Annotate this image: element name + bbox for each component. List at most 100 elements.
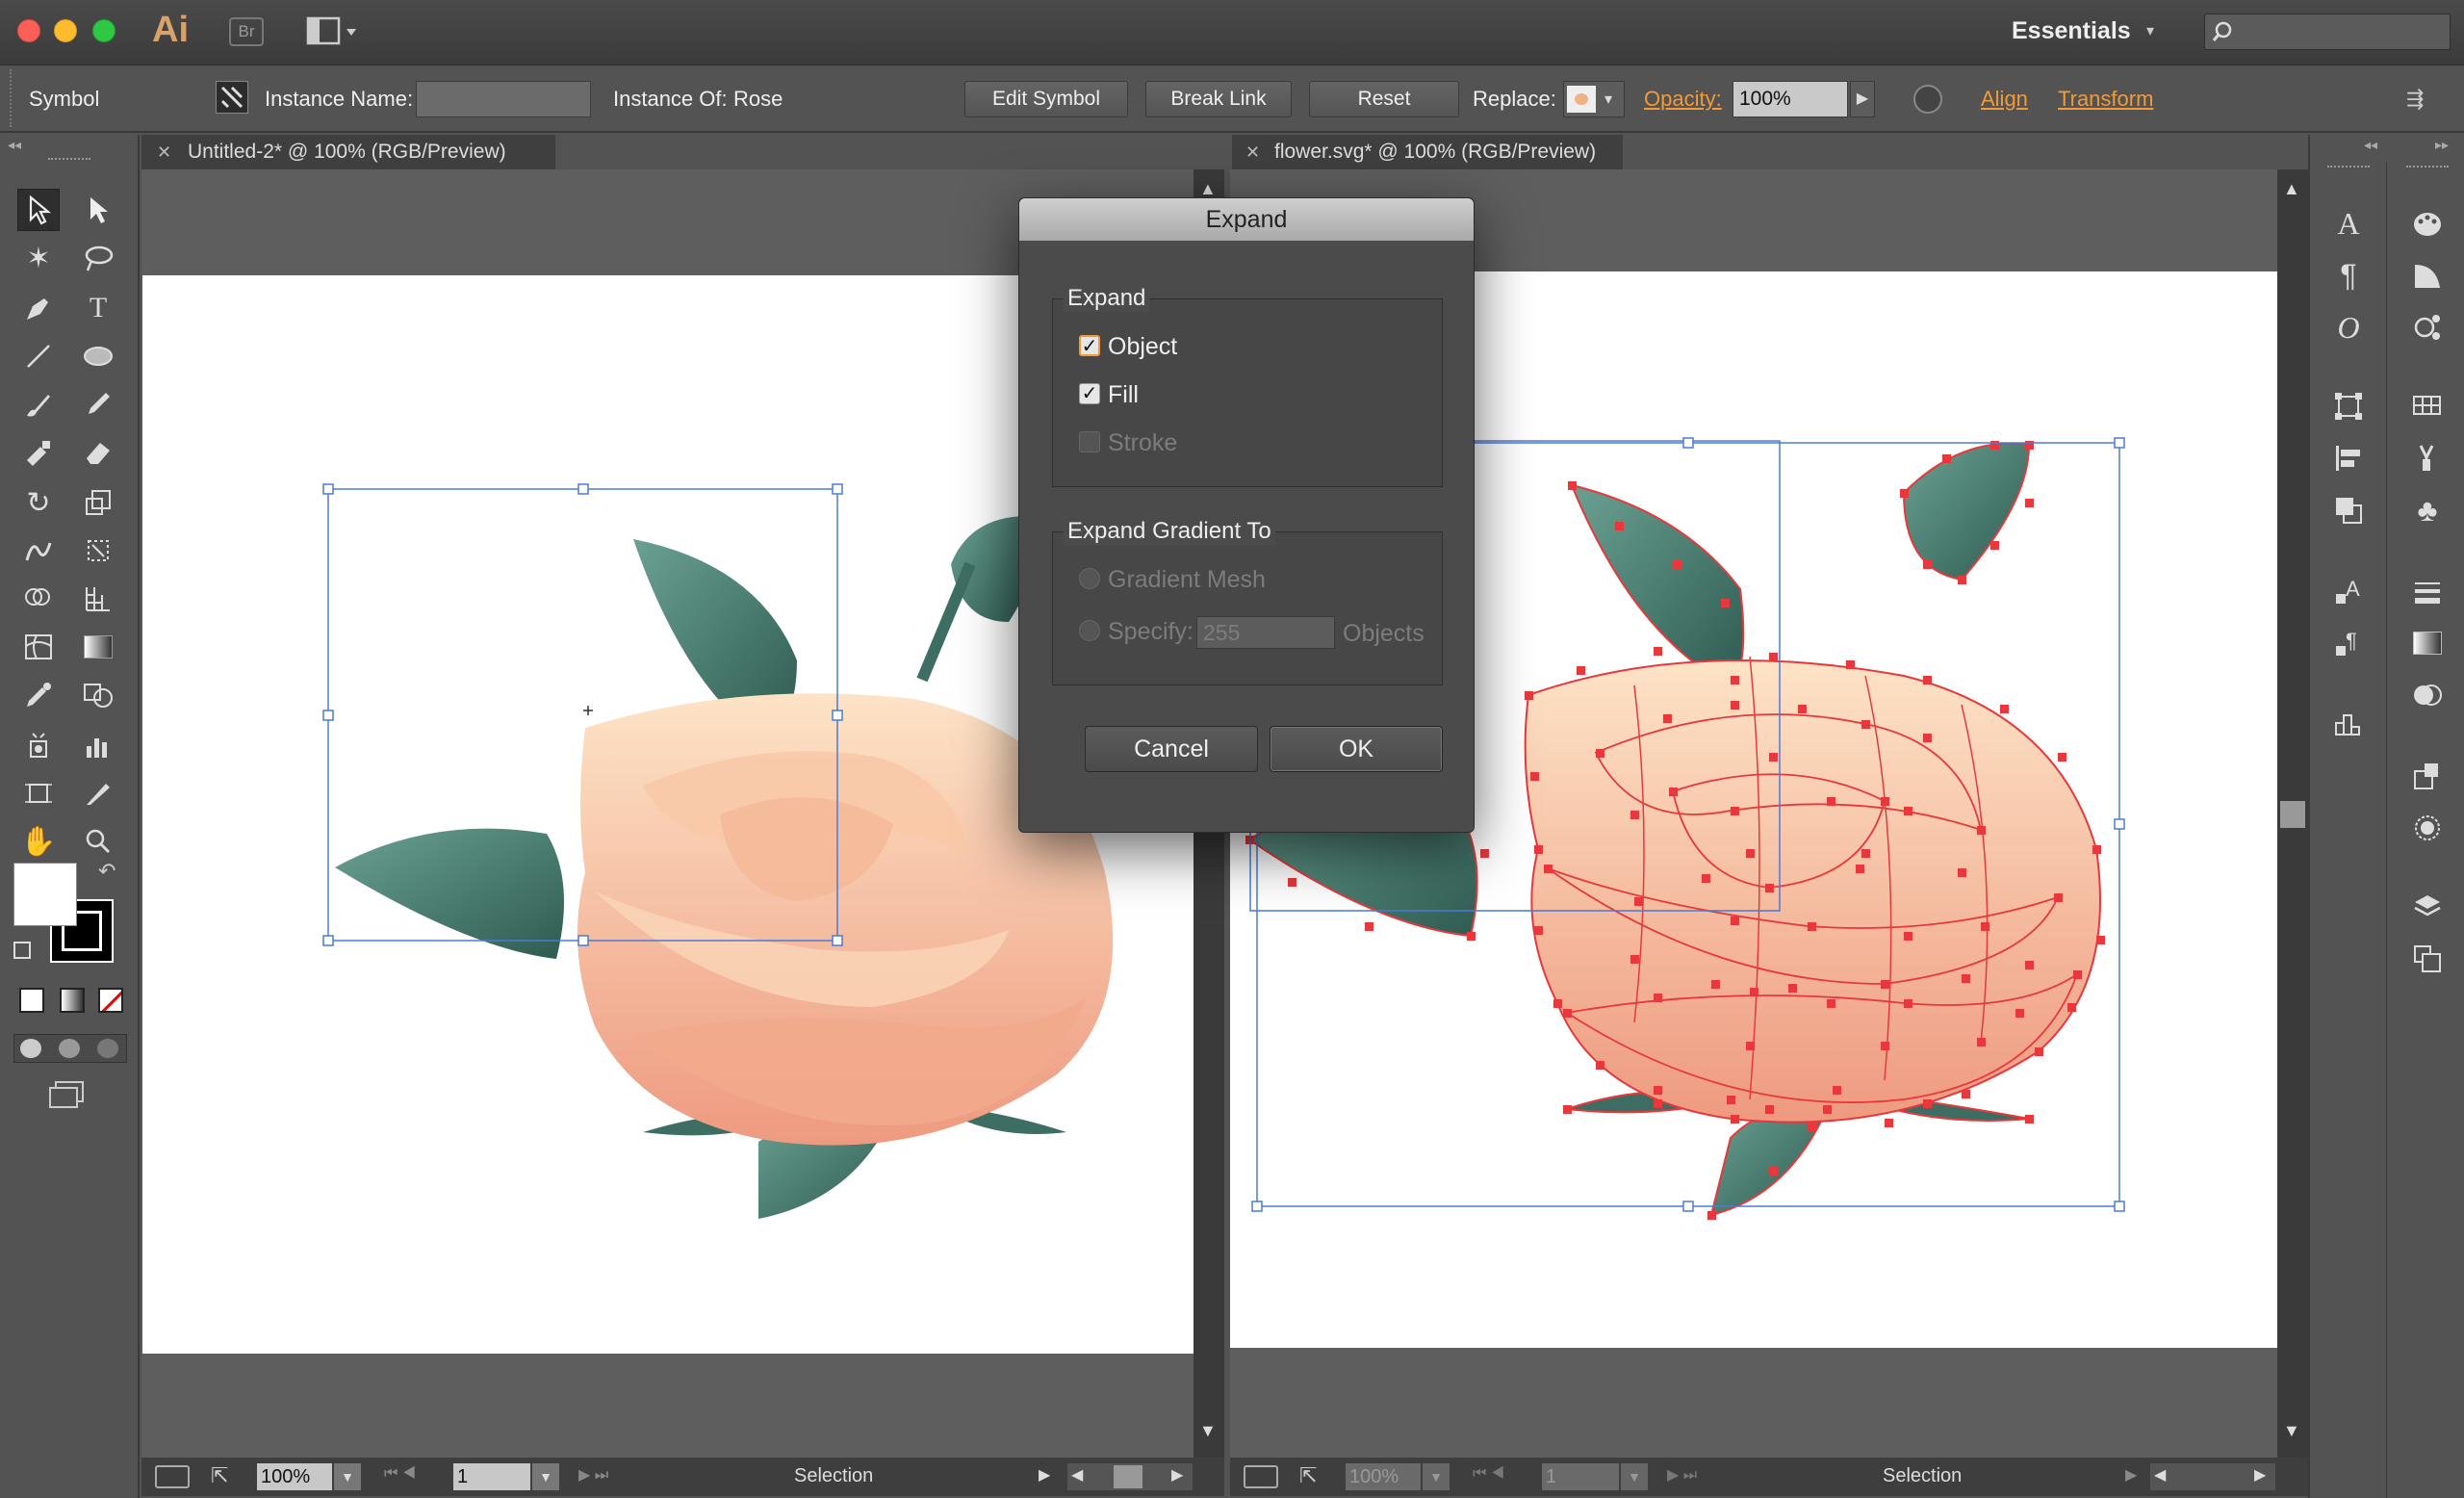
- direct-selection-tool-icon[interactable]: [77, 189, 119, 231]
- default-fill-stroke-icon[interactable]: [13, 942, 31, 959]
- column-graph-icon[interactable]: [77, 724, 119, 766]
- magic-wand-icon[interactable]: ✶: [17, 237, 60, 279]
- warp-icon[interactable]: [17, 529, 60, 572]
- brushes-panel-icon[interactable]: [2406, 437, 2449, 479]
- scroll-thumb[interactable]: [2280, 801, 2305, 828]
- scroll-down-icon[interactable]: ▼: [2283, 1421, 2300, 1441]
- status-menu-icon[interactable]: ▶: [2125, 1465, 2137, 1485]
- zoom-icon[interactable]: [77, 820, 119, 863]
- scroll-up-icon[interactable]: ▲: [2283, 179, 2300, 199]
- opacity-input[interactable]: 100%: [1732, 81, 1848, 117]
- close-tab-icon[interactable]: ✕: [157, 135, 171, 169]
- artboard-number-input[interactable]: 1: [1542, 1463, 1619, 1490]
- control-bar-grip[interactable]: [10, 69, 15, 127]
- search-help-input[interactable]: [2204, 13, 2451, 50]
- scroll-down-icon[interactable]: ▼: [1199, 1421, 1217, 1441]
- arrange-documents-button[interactable]: [306, 15, 360, 48]
- graphic-styles-panel-icon[interactable]: [2406, 807, 2449, 849]
- swap-fill-stroke-icon[interactable]: ↶: [98, 859, 116, 884]
- first-artboard-icon[interactable]: ⏮ ◀: [1473, 1465, 1504, 1483]
- first-artboard-icon[interactable]: ⏮ ◀: [384, 1465, 416, 1483]
- fill-color-swatch[interactable]: [13, 863, 77, 926]
- chevron-down-icon[interactable]: ▾: [2146, 21, 2154, 40]
- artboard-icon[interactable]: [17, 772, 60, 814]
- perspective-grid-icon[interactable]: [77, 578, 119, 620]
- paragraph-styles-panel-icon[interactable]: ¶: [2327, 622, 2370, 664]
- specify-objects-input[interactable]: 255: [1196, 616, 1335, 649]
- opacity-link[interactable]: Opacity:: [1644, 87, 1722, 112]
- horizontal-scrollbar-right[interactable]: ◀ ▶: [2150, 1463, 2275, 1490]
- specify-radio[interactable]: [1079, 620, 1100, 641]
- graph-panel-icon[interactable]: [2327, 701, 2370, 743]
- color-palette-icon[interactable]: [2406, 202, 2449, 245]
- vertical-scrollbar-right[interactable]: ▲ ▼: [2277, 169, 2308, 1458]
- share-icon[interactable]: ⇱: [211, 1463, 228, 1488]
- scroll-right-icon[interactable]: ▶: [1171, 1465, 1183, 1485]
- draw-inside-icon[interactable]: [97, 1039, 118, 1058]
- ellipse-tool-icon[interactable]: [77, 335, 119, 377]
- close-tab-icon[interactable]: ✕: [1245, 135, 1260, 169]
- cancel-button[interactable]: Cancel: [1085, 726, 1258, 772]
- character-styles-panel-icon[interactable]: A: [2327, 570, 2370, 612]
- last-artboard-icon[interactable]: ▶ ⏭: [578, 1465, 608, 1485]
- type-tool-icon[interactable]: T: [77, 287, 119, 329]
- minimize-window-button[interactable]: [54, 19, 77, 42]
- toolbox-grip[interactable]: [48, 158, 90, 164]
- workspace-switcher[interactable]: Essentials: [2012, 17, 2131, 45]
- rotate-icon[interactable]: ↻: [17, 481, 60, 524]
- color-mode-icon[interactable]: [19, 988, 44, 1013]
- gradient-panel-icon[interactable]: [2406, 622, 2449, 664]
- hand-icon[interactable]: ✋: [17, 820, 60, 863]
- free-transform-icon[interactable]: [77, 529, 119, 572]
- document-tab-flower[interactable]: ✕ flower.svg* @ 100% (RGB/Preview): [1232, 135, 1623, 169]
- zoom-dropdown-icon[interactable]: ▼: [1423, 1463, 1450, 1490]
- zoom-dropdown-icon[interactable]: ▼: [334, 1463, 361, 1490]
- scroll-up-icon[interactable]: ▲: [1199, 179, 1217, 199]
- reset-button[interactable]: Reset: [1309, 81, 1459, 117]
- artboards-panel-icon[interactable]: [2406, 938, 2449, 980]
- pen-tool-icon[interactable]: [17, 287, 60, 329]
- horizontal-scrollbar-left[interactable]: ◀ ▶: [1067, 1463, 1193, 1490]
- stroke-panel-icon[interactable]: [2406, 570, 2449, 612]
- gradient-mesh-radio[interactable]: [1079, 568, 1100, 589]
- panel-menu-icon[interactable]: ⇶: [2406, 87, 2424, 112]
- transform-panel-icon[interactable]: [2327, 385, 2370, 427]
- instance-name-input[interactable]: [416, 81, 591, 117]
- bridge-button[interactable]: Br: [229, 17, 264, 46]
- symbols-panel-icon[interactable]: ♣: [2406, 489, 2449, 531]
- draw-behind-icon[interactable]: [59, 1039, 80, 1058]
- share-icon[interactable]: ⇱: [1299, 1463, 1317, 1488]
- blend-icon[interactable]: [77, 674, 119, 716]
- scroll-left-icon[interactable]: ◀: [1071, 1465, 1083, 1485]
- swatches-panel-icon[interactable]: [2406, 385, 2449, 427]
- slice-icon[interactable]: [77, 772, 119, 814]
- appearance-panel-icon[interactable]: [2406, 755, 2449, 797]
- replace-symbol-dropdown[interactable]: ▾: [1563, 81, 1625, 117]
- character-panel-icon[interactable]: A: [2327, 202, 2370, 245]
- line-tool-icon[interactable]: [17, 335, 60, 377]
- draw-normal-icon[interactable]: [20, 1039, 41, 1058]
- last-artboard-icon[interactable]: ▶ ⏭: [1667, 1465, 1697, 1485]
- status-menu-icon[interactable]: ▶: [1039, 1465, 1050, 1485]
- scroll-right-icon[interactable]: ▶: [2254, 1465, 2266, 1485]
- stroke-checkbox[interactable]: [1079, 431, 1100, 452]
- screen-mode-icon[interactable]: [46, 1078, 87, 1111]
- none-mode-icon[interactable]: [98, 988, 123, 1013]
- paintbrush-icon[interactable]: [17, 383, 60, 426]
- scroll-left-icon[interactable]: ◀: [2154, 1465, 2166, 1485]
- layers-panel-icon[interactable]: [2406, 886, 2449, 928]
- zoom-level-input[interactable]: 100%: [1346, 1463, 1421, 1490]
- symbol-sprayer-icon[interactable]: [17, 724, 60, 766]
- color-guide-panel-icon[interactable]: [2406, 254, 2449, 297]
- lasso-icon[interactable]: [77, 237, 119, 279]
- zoom-window-button[interactable]: [92, 19, 116, 42]
- align-link[interactable]: Align: [1981, 87, 2028, 112]
- recolor-artwork-icon[interactable]: [1913, 85, 1942, 114]
- blob-brush-icon[interactable]: [17, 431, 60, 474]
- expand-panels-icon[interactable]: ◂◂: [2364, 137, 2377, 153]
- zoom-level-input[interactable]: 100%: [257, 1463, 332, 1490]
- collapse-dock-icon[interactable]: ▸▸: [2435, 137, 2449, 153]
- gpu-icon[interactable]: [155, 1465, 190, 1488]
- gpu-icon[interactable]: [1244, 1465, 1278, 1488]
- recolor-panel-icon[interactable]: [2406, 306, 2449, 349]
